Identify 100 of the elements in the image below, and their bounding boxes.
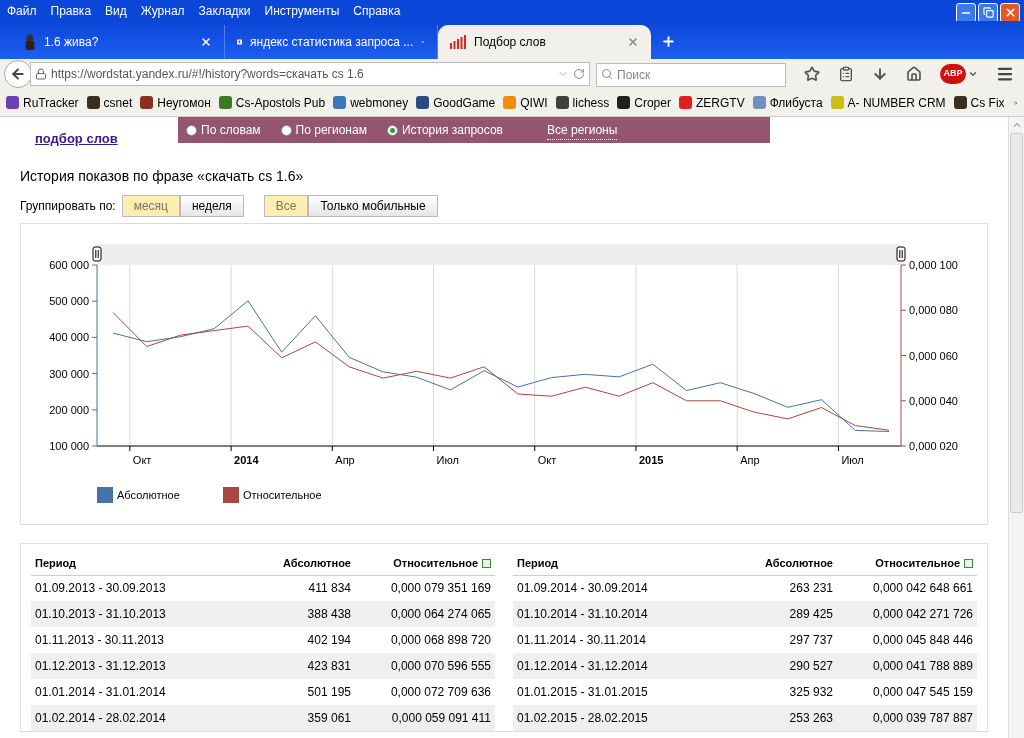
table-cell: 0,000 042 648 661 xyxy=(837,575,977,601)
table-cell: 289 425 xyxy=(722,601,837,627)
tab-title: Подбор слов xyxy=(474,34,547,51)
page-heading: История показов по фразе «скачать cs 1.6» xyxy=(20,167,305,186)
table-cell: 388 438 xyxy=(240,601,355,627)
table-cell: 411 834 xyxy=(240,575,355,601)
star-icon[interactable] xyxy=(804,66,820,82)
bookmark-link[interactable]: webmoney xyxy=(350,93,409,112)
bookmark-link[interactable]: QIWI xyxy=(520,93,548,112)
radio-button[interactable] xyxy=(186,124,197,136)
y-tick-label: 200 000 xyxy=(49,403,89,416)
lock-icon xyxy=(35,68,47,80)
table-cell: 359 061 xyxy=(240,705,355,731)
y-tick-label: 100 000 xyxy=(49,440,89,452)
adblock-icon[interactable]: ABP xyxy=(940,64,966,84)
scrollbar[interactable] xyxy=(1008,117,1024,738)
y-tick-label: 400 000 xyxy=(49,331,89,344)
new-tab-icon[interactable] xyxy=(661,34,676,49)
table-cell: 01.02.2014 - 28.02.2014 xyxy=(31,705,241,731)
table-cell: 423 831 xyxy=(240,653,355,679)
radio-button[interactable] xyxy=(280,124,292,136)
menu-item[interactable]: Закладки xyxy=(198,1,251,20)
bookmark-link[interactable]: Cs-Apostols Pub xyxy=(235,93,326,112)
menu-item[interactable]: Правка xyxy=(50,1,92,20)
y-tick-label: 0,000 060 xyxy=(909,349,958,362)
group-label: Группировать по: xyxy=(20,198,116,215)
caret-icon[interactable] xyxy=(968,69,978,79)
figure-icon xyxy=(24,34,36,50)
back-button[interactable] xyxy=(4,60,32,88)
y-tick-label: 0,000 040 xyxy=(909,394,958,407)
regions-link[interactable]: Все регионы xyxy=(547,120,618,140)
table-cell: 290 527 xyxy=(722,653,837,679)
menu-item[interactable]: Инструменты xyxy=(264,1,340,20)
bookmark-link[interactable]: Cs Fix xyxy=(970,93,1005,112)
device-toggle[interactable]: Все xyxy=(263,195,309,217)
column-header: Абсолютное xyxy=(765,557,833,569)
bookmark-link[interactable]: Флибуста xyxy=(769,93,823,112)
help-icon[interactable] xyxy=(964,558,973,568)
bookmark-link[interactable]: csnet xyxy=(103,93,133,112)
y-tick-label: 500 000 xyxy=(49,295,89,308)
table-cell: 0,000 064 274 065 xyxy=(355,601,495,627)
bookmark-link[interactable]: Неугомон xyxy=(157,93,211,112)
x-tick-label: 2014 xyxy=(234,454,259,466)
reload-icon[interactable] xyxy=(573,68,585,80)
legend-label[interactable]: Абсолютное xyxy=(117,489,180,501)
close-button[interactable] xyxy=(1000,2,1020,23)
tab-title: яндекс статистика запроса ... xyxy=(250,34,414,51)
home-icon[interactable] xyxy=(906,66,922,82)
address-field[interactable]: https://wordstat.yandex.ru/#!/history?words=скачать cs 1.6 xyxy=(30,62,590,86)
bookmark-link[interactable]: Croper xyxy=(634,93,671,112)
help-icon[interactable] xyxy=(482,558,491,568)
table-cell: 0,000 045 848 446 xyxy=(837,627,977,653)
y-tick-label: 0,000 080 xyxy=(909,304,958,317)
menu-item[interactable]: Журнал xyxy=(140,1,185,20)
bookmark-link[interactable]: RuTracker xyxy=(23,93,79,112)
x-tick-label: Апр xyxy=(335,454,355,466)
range-handle[interactable] xyxy=(896,246,906,262)
clipboard-icon[interactable] xyxy=(838,66,854,82)
restore-button[interactable] xyxy=(978,2,998,23)
bookmark-link[interactable]: A- NUMBER CRM xyxy=(847,93,946,112)
table-cell: 01.09.2014 - 30.09.2014 xyxy=(513,575,723,601)
menu-item[interactable]: Файл xyxy=(7,1,37,20)
minimize-button[interactable] xyxy=(956,2,976,23)
group-toggle[interactable]: месяц xyxy=(121,195,180,217)
table-cell: 0,000 079 351 169 xyxy=(355,575,495,601)
menu-icon[interactable] xyxy=(996,65,1014,83)
restore-icon xyxy=(982,7,994,18)
menu-item[interactable]: Справка xyxy=(353,1,401,20)
site-link[interactable]: подбор слов xyxy=(35,129,178,149)
table-cell: 501 195 xyxy=(240,679,355,705)
search-field[interactable]: Поиск xyxy=(596,63,786,87)
range-handle[interactable] xyxy=(92,246,102,262)
radio-label[interactable]: История запросов xyxy=(401,121,503,139)
y-tick-label: 300 000 xyxy=(49,367,89,380)
y-tick-label: 600 000 xyxy=(49,259,89,271)
bookmark-link[interactable]: lichess xyxy=(572,93,610,112)
x-tick-label: Июл xyxy=(436,454,459,466)
radio-label[interactable]: По регионам xyxy=(295,121,367,139)
table-cell: 01.10.2013 - 31.10.2013 xyxy=(31,601,241,627)
table-cell: 0,000 068 898 720 xyxy=(355,627,495,653)
x-tick-label: Окт xyxy=(132,454,152,466)
tab-title: 1.6 жива? xyxy=(44,34,100,51)
download-icon[interactable] xyxy=(872,66,888,82)
radio-button[interactable] xyxy=(386,124,398,136)
menu-item[interactable]: Вид xyxy=(105,1,127,20)
legend-label[interactable]: Относительное xyxy=(243,489,322,501)
table-cell: 01.02.2015 - 28.02.2015 xyxy=(513,705,723,731)
column-header: Относительное xyxy=(393,556,478,571)
radio-label[interactable]: По словам xyxy=(201,121,261,139)
table-cell: 01.12.2014 - 31.12.2014 xyxy=(513,653,723,679)
bookmark-link[interactable]: GoodGame xyxy=(433,93,496,112)
group-toggle[interactable]: неделя xyxy=(179,195,244,217)
column-header: Абсолютное xyxy=(283,557,351,569)
table-cell: 0,000 041 788 889 xyxy=(837,653,977,679)
x-tick-label: 2015 xyxy=(638,454,664,466)
y-tick-label: 0,000 100 xyxy=(909,259,958,271)
table-cell: 0,000 042 271 726 xyxy=(837,601,977,627)
bookmark-link[interactable]: ZERGTV xyxy=(695,93,745,112)
browser-tab[interactable]: Подбор слов xyxy=(438,25,651,59)
device-toggle[interactable]: Только мобильные xyxy=(308,195,438,217)
